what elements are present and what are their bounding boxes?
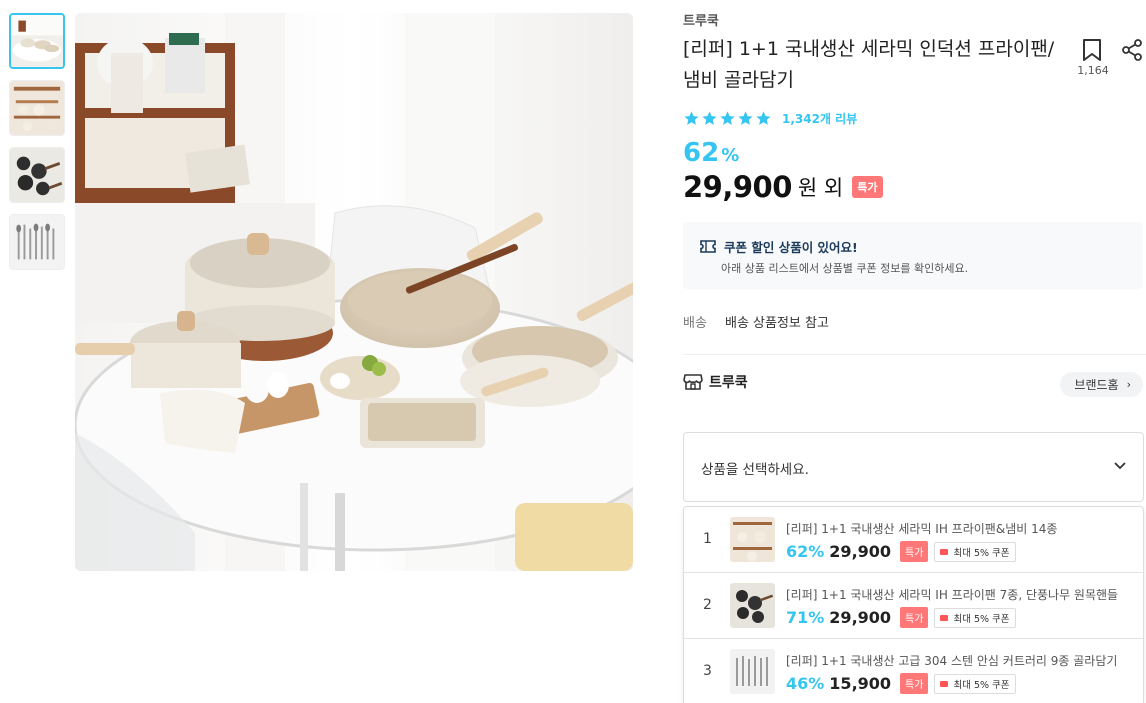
option-name: [리퍼] 1+1 국내생산 고급 304 스텐 안심 커트러리 9종 골라담기	[786, 654, 1118, 668]
option-select-placeholder: 상품을 선택하세요.	[701, 462, 809, 478]
price-suffix: 원 외	[797, 176, 844, 200]
option-thumbnail	[730, 583, 775, 628]
chevron-right-icon: ›	[1126, 378, 1131, 391]
option-coupon-label: 최대 5% 쿠폰	[953, 547, 1010, 559]
brand-link[interactable]: 트루쿡	[683, 10, 719, 29]
option-number: 2	[703, 597, 712, 613]
option-coupon-badge: 최대 5% 쿠폰	[934, 541, 1016, 562]
shipping-value: 배송 상품정보 참고	[725, 316, 829, 331]
coupon-icon	[700, 240, 716, 253]
option-number: 3	[703, 663, 712, 679]
option-thumbnail	[730, 517, 775, 562]
product-title: [리퍼] 1+1 국내생산 세라믹 인덕션 프라이팬/냄비 골라담기	[683, 38, 1055, 91]
option-select[interactable]: 상품을 선택하세요.	[683, 432, 1144, 502]
option-discount: 62%	[786, 542, 825, 561]
coupon-icon	[940, 680, 949, 687]
discount-value: 62	[683, 138, 720, 168]
share-icon	[1122, 39, 1142, 61]
option-coupon-label: 최대 5% 쿠폰	[953, 679, 1010, 691]
option-name: [리퍼] 1+1 국내생산 세라믹 IH 프라이팬&냄비 14종	[786, 522, 1058, 536]
option-dropdown-list: 1 [리퍼] 1+1 국내생산 세라믹 IH 프라이팬&냄비 14종 62% 2…	[683, 506, 1144, 703]
price: 29,900	[683, 170, 792, 204]
share-button[interactable]	[1120, 38, 1144, 66]
divider	[683, 354, 1146, 355]
thumbnail-2[interactable]	[9, 80, 65, 136]
option-coupon-badge: 최대 5% 쿠폰	[934, 607, 1016, 628]
shipping-info: 배송 배송 상품정보 참고	[683, 312, 829, 331]
option-item[interactable]: 2 [리퍼] 1+1 국내생산 세라믹 IH 프라이팬 7종, 단풍나무 원목핸…	[684, 573, 1143, 639]
option-thumbnail	[730, 649, 775, 694]
store-name[interactable]: 트루쿡	[709, 372, 748, 392]
coupon-icon	[940, 614, 949, 621]
store-icon	[683, 374, 703, 390]
option-special-badge: 특가	[900, 673, 929, 694]
option-item[interactable]: 3 [리퍼] 1+1 국내생산 고급 304 스텐 안심 커트러리 9종 골라담…	[684, 639, 1143, 703]
main-product-image	[75, 13, 633, 571]
discount-rate: 62%	[683, 138, 739, 168]
option-special-badge: 특가	[900, 607, 929, 628]
option-price: 15,900	[829, 674, 892, 693]
option-price: 29,900	[829, 542, 892, 561]
option-discount: 46%	[786, 674, 825, 693]
brand-home-button[interactable]: 브랜드홈 ›	[1060, 372, 1143, 397]
chevron-down-icon	[1114, 462, 1126, 470]
coupon-description: 아래 상품 리스트에서 상품별 쿠폰 정보를 확인하세요.	[721, 262, 969, 275]
thumbnail-1[interactable]	[9, 13, 65, 69]
option-special-badge: 특가	[900, 541, 929, 562]
star-icon	[702, 111, 717, 125]
option-name: [리퍼] 1+1 국내생산 세라믹 IH 프라이팬 7종, 단풍나무 원목핸들	[786, 588, 1119, 602]
bookmark-count: 1,164	[1077, 64, 1109, 77]
rating[interactable]: 1,342개 리뷰	[683, 110, 857, 127]
special-badge: 특가	[852, 176, 883, 198]
coupon-notice: 쿠폰 할인 상품이 있어요! 아래 상품 리스트에서 상품별 쿠폰 정보를 확인…	[683, 222, 1143, 289]
star-icon	[720, 111, 735, 125]
thumbnail-4[interactable]	[9, 214, 65, 270]
bookmark-icon	[1083, 39, 1101, 61]
star-icon	[756, 111, 771, 125]
product-info-panel: 트루쿡 [리퍼] 1+1 국내생산 세라믹 인덕션 프라이팬/냄비 골라담기 1…	[683, 0, 1146, 703]
coupon-title: 쿠폰 할인 상품이 있어요!	[724, 240, 858, 255]
shipping-label: 배송	[683, 316, 707, 331]
option-item[interactable]: 1 [리퍼] 1+1 국내생산 세라믹 IH 프라이팬&냄비 14종 62% 2…	[684, 507, 1143, 573]
option-number: 1	[703, 531, 712, 547]
review-count-link[interactable]: 1,342개 리뷰	[782, 110, 857, 127]
thumbnail-list	[9, 13, 65, 281]
star-icon	[684, 111, 699, 125]
price-row: 29,900 원 외 특가	[683, 170, 883, 204]
star-icon	[738, 111, 753, 125]
brand-home-label: 브랜드홈	[1074, 378, 1119, 392]
thumbnail-3[interactable]	[9, 147, 65, 203]
option-discount: 71%	[786, 608, 825, 627]
discount-unit: %	[721, 145, 740, 166]
store-row: 트루쿡 브랜드홈 ›	[683, 372, 1143, 397]
option-price: 29,900	[829, 608, 892, 627]
option-coupon-badge: 최대 5% 쿠폰	[934, 673, 1016, 694]
bookmark-button[interactable]	[1079, 38, 1105, 66]
coupon-icon	[940, 548, 949, 555]
option-coupon-label: 최대 5% 쿠폰	[953, 613, 1010, 625]
